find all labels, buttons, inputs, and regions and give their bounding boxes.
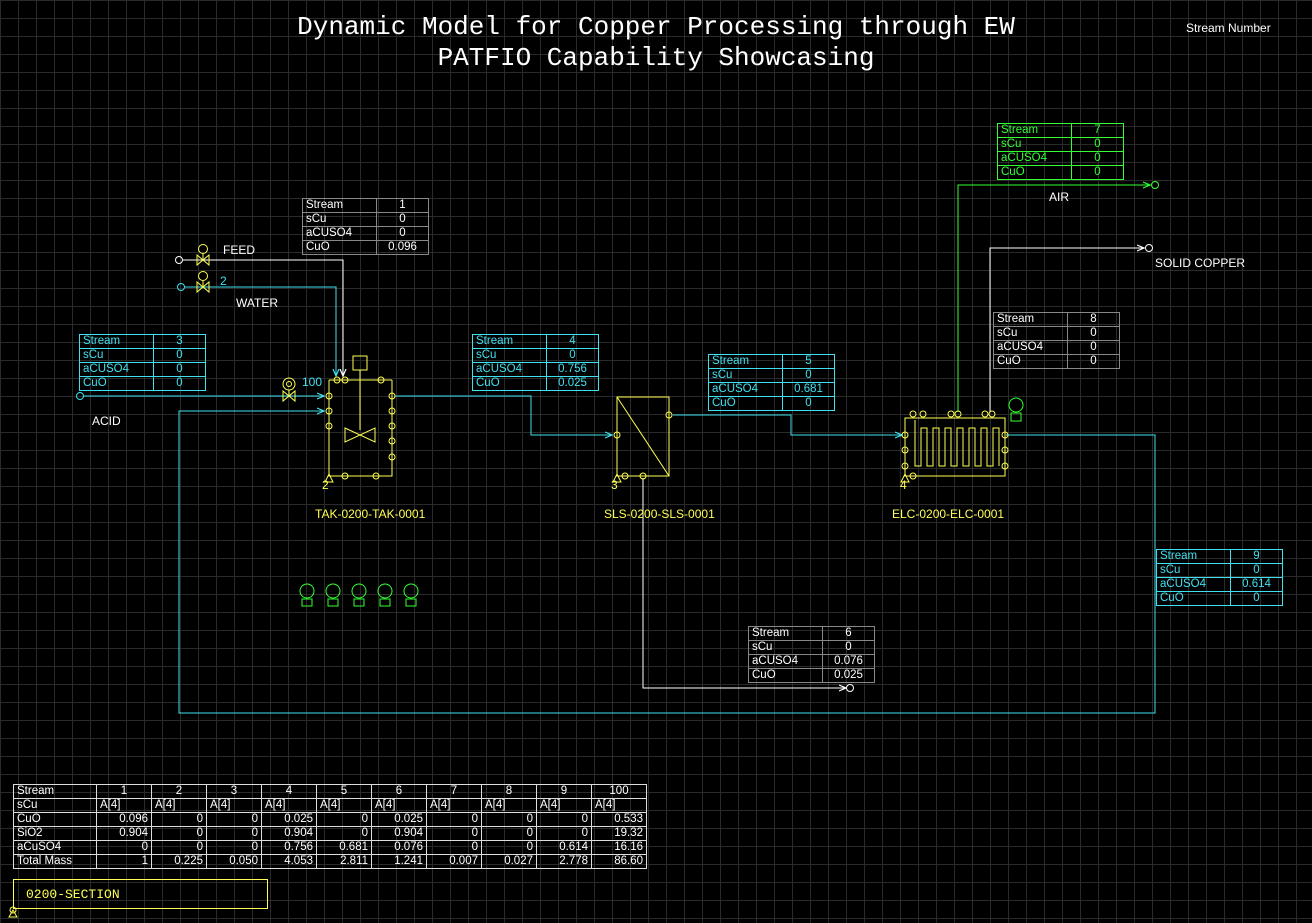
stream-summary-table: Stream 1 2 3 4 5 6 7 8 9 100 sCu A[4] A[… [13,784,647,869]
solid-copper-label: SOLID COPPER [1155,256,1246,270]
summary-header-row: Stream 1 2 3 4 5 6 7 8 9 100 [13,784,647,799]
stream-9-recycle-line[interactable] [178,411,1156,714]
table-row: aCuSO4 0 0 0 0.756 0.681 0.076 0 0 0.614… [13,840,647,855]
acid-stream-line[interactable] [76,392,325,400]
feed-valve-icon[interactable] [196,244,210,267]
stream-5-line[interactable] [673,414,902,435]
cell-tag-label[interactable]: ELC-0200-ELC-0001 [892,507,1004,521]
stream-8-data-box[interactable]: Stream 8 sCu 0 aCUSO4 0 CuO 0 [993,312,1120,369]
stream-4-line[interactable] [395,395,612,435]
electrowinning-cell-icon[interactable] [900,410,1009,483]
stream-4-data-box[interactable]: Stream 4 sCu 0 aCUSO4 0.756 CuO 0.025 [472,334,599,391]
acid-label: ACID [92,414,121,428]
stream-7-data-box[interactable]: Stream 7 sCu 0 aCUSO4 0 CuO 0 [997,123,1124,180]
instrument-icon[interactable] [299,583,315,607]
page-subtitle: PATFIO Capability Showcasing [437,43,875,73]
tank-tag-label[interactable]: TAK-0200-TAK-0001 [315,507,425,521]
water-label: WATER [236,296,278,310]
instrument-icon[interactable] [351,583,367,607]
tank-unit-number: 2 [322,478,329,492]
table-row: SiO2 0.904 0 0 0.904 0 0.904 0 0 0 19.32 [13,826,647,841]
stream-6-data-box[interactable]: Stream 6 sCu 0 aCUSO4 0.076 CuO 0.025 [748,626,875,683]
stream-1-data-box[interactable]: Stream 1 sCu 0 aCUSO4 0 CuO 0.096 [302,198,429,255]
instrument-icon[interactable] [377,583,393,607]
acid-stream-number: 100 [302,375,323,389]
solid-liquid-separator-icon[interactable] [612,396,673,483]
stream-5-data-box[interactable]: Stream 5 sCu 0 aCUSO4 0.681 CuO 0 [708,354,835,411]
cell-unit-number: 4 [900,478,907,492]
page-title: Dynamic Model for Copper Processing thro… [297,12,1015,42]
stream-7-air-line[interactable] [957,181,1159,413]
air-label: AIR [1049,190,1070,204]
section-label-box[interactable]: 0200-SECTION [13,879,268,909]
table-row: CuO 0.096 0 0 0.025 0 0.025 0 0 0 0.533 [13,812,647,827]
feed-label: FEED [223,243,256,257]
stream-9-data-box[interactable]: Stream 9 sCu 0 aCUSO4 0.614 CuO 0 [1156,549,1283,606]
legend-label: Stream Number [1186,21,1271,35]
table-row: sCu A[4] A[4] A[4] A[4] A[4] A[4] A[4] A… [13,798,647,813]
separator-tag-label[interactable]: SLS-0200-SLS-0001 [604,507,715,521]
instrument-icon[interactable] [325,583,341,607]
separator-unit-number: 3 [611,478,618,492]
instrument-icon[interactable] [403,583,419,607]
water-valve-icon[interactable] [196,271,210,294]
table-row: Total Mass 1 0.225 0.050 4.053 2.811 1.2… [13,854,647,869]
acid-valve-icon[interactable] [282,377,296,403]
instrument-row [299,583,419,607]
stream-3-data-box[interactable]: Stream 3 sCu 0 aCUSO4 0 CuO 0 [79,334,206,391]
cell-controller-icon[interactable] [1008,397,1024,422]
water-stream-number: 2 [220,274,227,288]
